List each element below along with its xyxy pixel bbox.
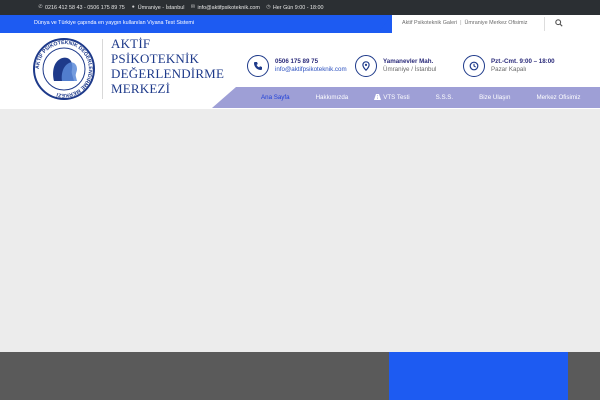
topbar-email[interactable]: ✉ info@aktifpsikoteknik.com <box>190 4 260 11</box>
logo-line-1: AKTİF <box>111 36 151 51</box>
link-office[interactable]: Ümraniye Merkez Ofisimiz <box>465 20 528 26</box>
contact-address-line1: Yamanevler Mah. <box>383 58 434 65</box>
footer-blue-panel <box>389 352 568 400</box>
contact-hours-line1: Pzt.-Cmt. 9:00 – 18:00 <box>491 58 555 65</box>
logo-line-3: DEĞERLENDİRME <box>111 66 225 81</box>
contact-hours-line2: Pazar Kapalı <box>491 66 527 73</box>
nav-slant <box>212 87 236 108</box>
hero-slider-area <box>0 109 600 364</box>
logo-divider <box>102 39 103 99</box>
map-pin-icon: ● <box>131 4 135 10</box>
contact-address-line2: Ümraniye / İstanbul <box>383 66 437 73</box>
top-info-bar: ✆ 0216 412 58 43 - 0506 175 89 75 ● Ümra… <box>0 0 600 15</box>
nav-item-vts[interactable]: VTS Testi <box>361 93 422 102</box>
map-pin-icon <box>355 55 377 77</box>
topbar-phone-text: 0216 412 58 43 - 0506 175 89 75 <box>45 4 125 11</box>
main-nav: Ana Sayfa Hakkımızda VTS Testi S.S.S. Bi… <box>236 87 600 108</box>
nav-item-contact[interactable]: Bize Ulaşın <box>466 94 523 101</box>
contact-email[interactable]: info@aktifpsikoteknik.com <box>275 66 347 74</box>
topbar-phone[interactable]: ✆ 0216 412 58 43 - 0506 175 89 75 <box>38 4 125 11</box>
contact-phone: 0506 175 89 75 info@aktifpsikoteknik.com <box>247 55 347 77</box>
nav-item-home[interactable]: Ana Sayfa <box>248 94 303 101</box>
topbar-email-text: info@aktifpsikoteknik.com <box>197 4 260 11</box>
logo-emblem[interactable]: AKTİF PSİKOTEKNİK DEĞERLENDİRME MERKEZİ <box>32 37 96 101</box>
topbar-hours-text: Her Gün 9:00 - 18:00 <box>272 4 324 11</box>
nav-item-vts-label: VTS Testi <box>383 94 410 101</box>
link-separator: | <box>460 20 462 26</box>
nav-item-office[interactable]: Merkez Ofisimiz <box>523 94 593 101</box>
logo-line-4: MERKEZİ <box>111 81 171 96</box>
tagline-bar-slant <box>378 15 392 33</box>
contact-phone-number[interactable]: 0506 175 89 75 <box>275 58 347 66</box>
topbar-location: ● Ümraniye - İstanbul <box>131 5 185 11</box>
phone-icon <box>247 55 269 77</box>
divider <box>544 17 545 31</box>
footer-strip <box>0 352 600 400</box>
topbar-hours: ◷ Her Gün 9:00 - 18:00 <box>266 4 324 11</box>
nav-item-about[interactable]: Hakkımızda <box>303 94 362 101</box>
top-links: Aktif Psikoteknik Galeri | Ümraniye Merk… <box>402 20 527 26</box>
phone-icon: ✆ <box>38 4 43 10</box>
nav-item-faq[interactable]: S.S.S. <box>423 94 467 101</box>
contact-hours: Pzt.-Cmt. 9:00 – 18:00 Pazar Kapalı <box>463 55 555 77</box>
road-icon <box>374 93 382 102</box>
logo-wordmark[interactable]: AKTİF PSİKOTEKNİK DEĞERLENDİRME MERKEZİ <box>111 36 224 96</box>
envelope-icon: ✉ <box>190 4 196 10</box>
logo-line-2: PSİKOTEKNİK <box>111 51 200 66</box>
tagline-text: Dünya ve Türkiye çapında en yaygın kulla… <box>34 20 195 26</box>
link-gallery[interactable]: Aktif Psikoteknik Galeri <box>402 20 457 26</box>
tagline-bar: Dünya ve Türkiye çapında en yaygın kulla… <box>0 15 600 33</box>
topbar-location-text: Ümraniye - İstanbul <box>137 4 185 11</box>
contact-address: Yamanevler Mah. Ümraniye / İstanbul <box>355 55 436 77</box>
search-icon[interactable] <box>555 19 563 27</box>
clock-icon: ◷ <box>266 4 271 10</box>
clock-icon <box>463 55 485 77</box>
